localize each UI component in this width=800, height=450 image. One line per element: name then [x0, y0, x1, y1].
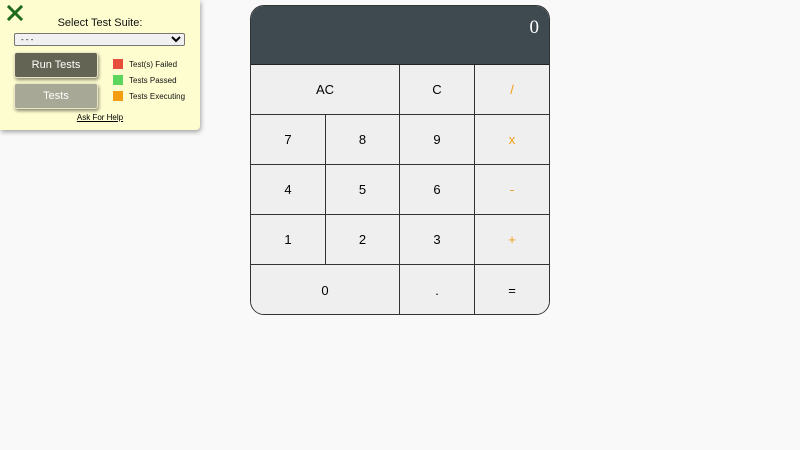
- failed-swatch: [113, 59, 123, 69]
- legend-item-passed: Tests Passed: [113, 72, 185, 88]
- calculator: 0 AC C / 7 8 9 x 4 5 6 - 1 2 3 + 0 . =: [250, 5, 550, 315]
- key-ac[interactable]: AC: [251, 65, 400, 115]
- key-equals[interactable]: =: [475, 265, 549, 314]
- legend-item-executing: Tests Executing: [113, 88, 185, 104]
- key-plus[interactable]: +: [475, 215, 549, 265]
- tests-button[interactable]: Tests: [14, 83, 98, 109]
- key-9[interactable]: 9: [400, 115, 475, 165]
- test-suite-select[interactable]: - - -: [14, 33, 185, 46]
- calculator-display: 0: [251, 6, 549, 65]
- passed-swatch: [113, 75, 123, 85]
- key-5[interactable]: 5: [326, 165, 400, 215]
- key-6[interactable]: 6: [400, 165, 475, 215]
- display-value: 0: [529, 17, 540, 38]
- key-2[interactable]: 2: [326, 215, 400, 265]
- legend-item-failed: Test(s) Failed: [113, 56, 185, 72]
- key-8[interactable]: 8: [326, 115, 400, 165]
- executing-swatch: [113, 91, 123, 101]
- key-0[interactable]: 0: [251, 265, 400, 314]
- legend-label-passed: Tests Passed: [129, 75, 177, 85]
- key-multiply[interactable]: x: [475, 115, 549, 165]
- key-divide[interactable]: /: [475, 65, 549, 115]
- ask-for-help-link[interactable]: Ask For Help: [0, 113, 200, 122]
- key-1[interactable]: 1: [251, 215, 326, 265]
- keypad: AC C / 7 8 9 x 4 5 6 - 1 2 3 + 0 . =: [251, 65, 549, 314]
- key-4[interactable]: 4: [251, 165, 326, 215]
- suite-label: Select Test Suite:: [57, 17, 143, 29]
- key-c[interactable]: C: [400, 65, 475, 115]
- key-7[interactable]: 7: [251, 115, 326, 165]
- legend-label-failed: Test(s) Failed: [129, 59, 178, 69]
- legend-label-executing: Tests Executing: [129, 91, 186, 101]
- key-minus[interactable]: -: [475, 165, 549, 215]
- test-status-legend: Test(s) Failed Tests Passed Tests Execut…: [113, 56, 185, 104]
- key-3[interactable]: 3: [400, 215, 475, 265]
- key-decimal[interactable]: .: [400, 265, 475, 314]
- test-panel: Select Test Suite: - - - Run Tests Tests…: [0, 0, 200, 130]
- run-tests-button[interactable]: Run Tests: [14, 52, 98, 78]
